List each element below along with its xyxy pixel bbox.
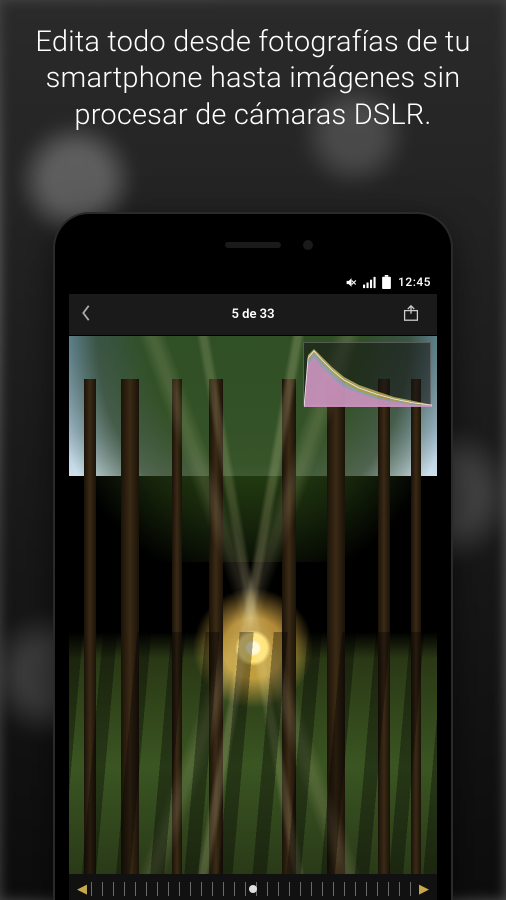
slider-thumb[interactable] — [249, 885, 257, 893]
slider-increase-icon[interactable]: ▶ — [415, 882, 433, 897]
phone-frame: 12:45 5 de 33 — [55, 214, 451, 900]
value-slider[interactable]: ◀ ▶ — [69, 874, 437, 900]
phone-screen: 12:45 5 de 33 — [69, 270, 437, 900]
photo-image — [69, 336, 437, 874]
signal-icon — [363, 276, 377, 289]
app-header: 5 de 33 — [69, 294, 437, 336]
back-button[interactable] — [79, 303, 103, 327]
statusbar-time: 12:45 — [398, 275, 431, 289]
android-statusbar: 12:45 — [69, 270, 437, 294]
slider-decrease-icon[interactable]: ◀ — [73, 882, 91, 897]
photo-counter: 5 de 33 — [103, 307, 403, 322]
marketing-headline: Edita todo desde fotografías de tu smart… — [0, 0, 506, 139]
share-button[interactable] — [403, 304, 427, 326]
battery-icon — [382, 275, 391, 289]
mute-icon — [345, 276, 358, 289]
slider-ticks[interactable] — [91, 882, 415, 896]
histogram-overlay[interactable] — [303, 342, 431, 406]
photo-viewport[interactable] — [69, 336, 437, 874]
